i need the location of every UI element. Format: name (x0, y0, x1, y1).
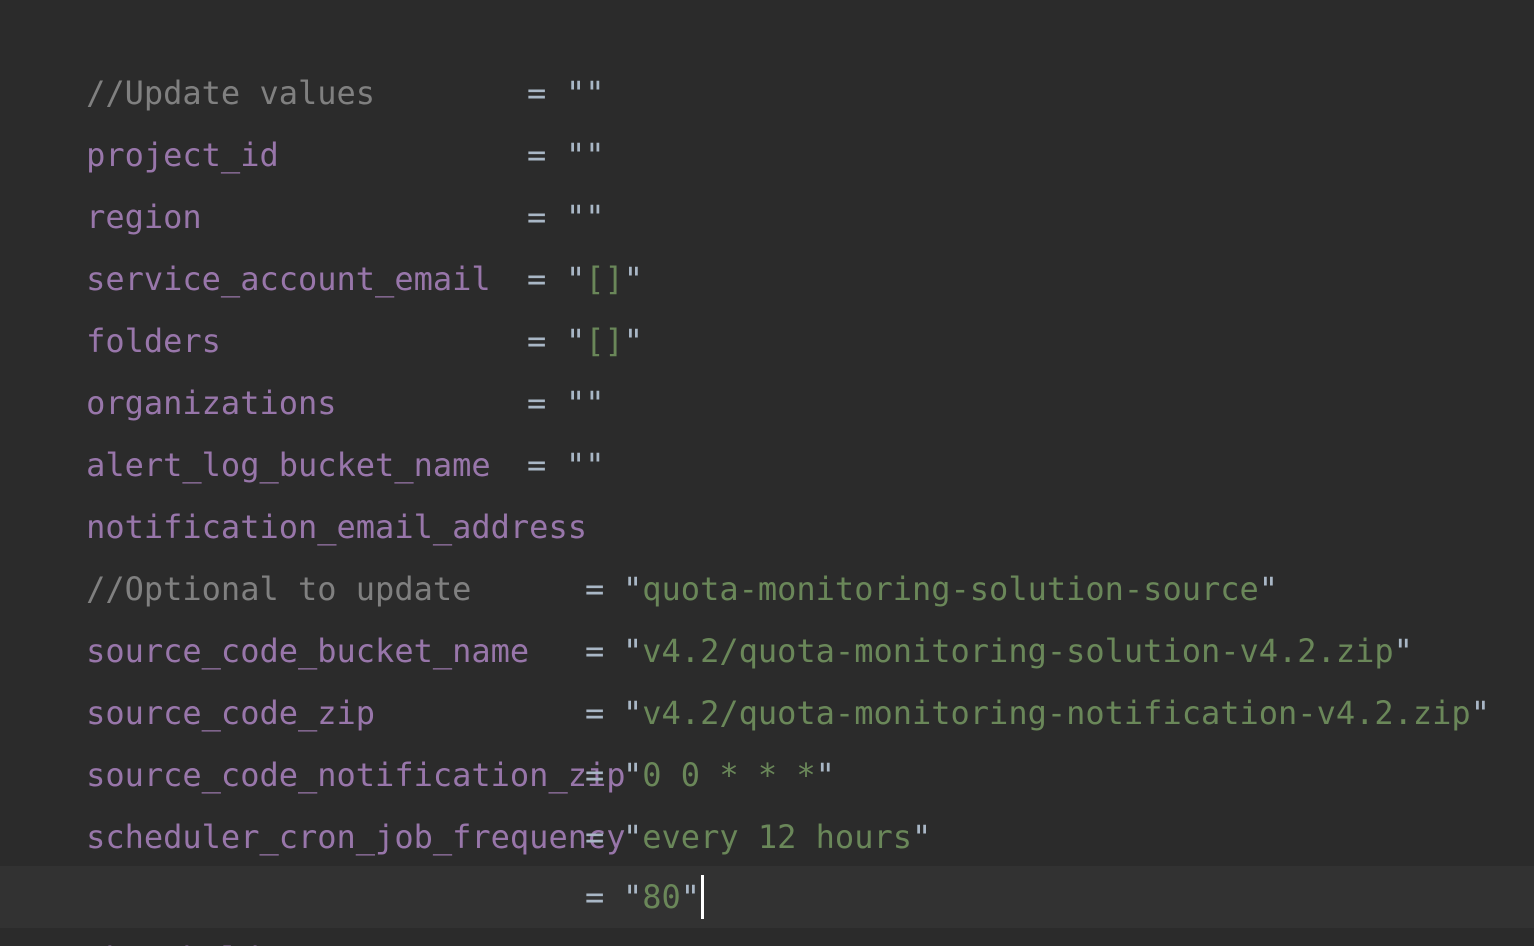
text-caret (701, 875, 705, 919)
code-line[interactable]: organizations = "[]" (0, 310, 1534, 422)
assign-operator: = (527, 74, 547, 112)
string-value: "" (566, 198, 605, 236)
code-line[interactable]: //Update values (0, 0, 1534, 112)
string-value: "0 0 * * *" (623, 756, 835, 794)
assign-operator: = (527, 136, 547, 174)
code-line[interactable]: project_id = "" (0, 62, 1534, 174)
string-value: "v4.2/quota-monitoring-notification-v4.2… (623, 694, 1490, 732)
assign-operator: = (585, 632, 605, 670)
string-value: "" (566, 446, 605, 484)
assign-operator: = (527, 198, 547, 236)
code-line[interactable]: source_code_zip = "v4.2/quota-monitoring… (0, 620, 1534, 732)
code-line[interactable]: source_code_notification_zip = "v4.2/quo… (0, 682, 1534, 794)
assign-operator: = (585, 818, 605, 856)
code-line[interactable]: folders = "[]" (0, 248, 1534, 360)
string-value: "[]" (566, 322, 644, 360)
code-line[interactable]: source_code_bucket_name = "quota-monitor… (0, 558, 1534, 670)
variable-name: threshold (86, 940, 259, 946)
assign-operator: = (527, 446, 547, 484)
assign-operator: = (585, 570, 605, 608)
string-value: "" (566, 74, 605, 112)
code-line[interactable]: Alert_data_scanning_frequency = "every 1… (0, 806, 1534, 918)
string-value: "quota-monitoring-solution-source" (623, 570, 1279, 608)
assign-operator: = (585, 694, 605, 732)
string-value: "80" (623, 866, 705, 928)
code-line[interactable]: region = "" (0, 124, 1534, 236)
code-line[interactable]: service_account_email = "" (0, 186, 1534, 298)
assign-operator: = (585, 756, 605, 794)
code-line[interactable]: //Optional to update (0, 496, 1534, 608)
assign-operator: = (527, 260, 547, 298)
current-code-line[interactable]: threshold = "80" (0, 866, 1534, 946)
string-value: "" (566, 384, 605, 422)
code-line[interactable]: scheduler_cron_job_frequency = "0 0 * * … (0, 744, 1534, 856)
assign-operator: = (527, 322, 547, 360)
assign-operator: = (585, 878, 605, 916)
string-value: "[]" (566, 260, 644, 298)
code-editor[interactable]: //Update values project_id = "" region =… (0, 0, 1534, 946)
string-value: "" (566, 136, 605, 174)
string-value: "every 12 hours" (623, 818, 932, 856)
string-value: "v4.2/quota-monitoring-solution-v4.2.zip… (623, 632, 1413, 670)
assign-operator: = (527, 384, 547, 422)
code-line[interactable]: notification_email_address = "" (0, 434, 1534, 546)
code-line[interactable]: alert_log_bucket_name = "" (0, 372, 1534, 484)
